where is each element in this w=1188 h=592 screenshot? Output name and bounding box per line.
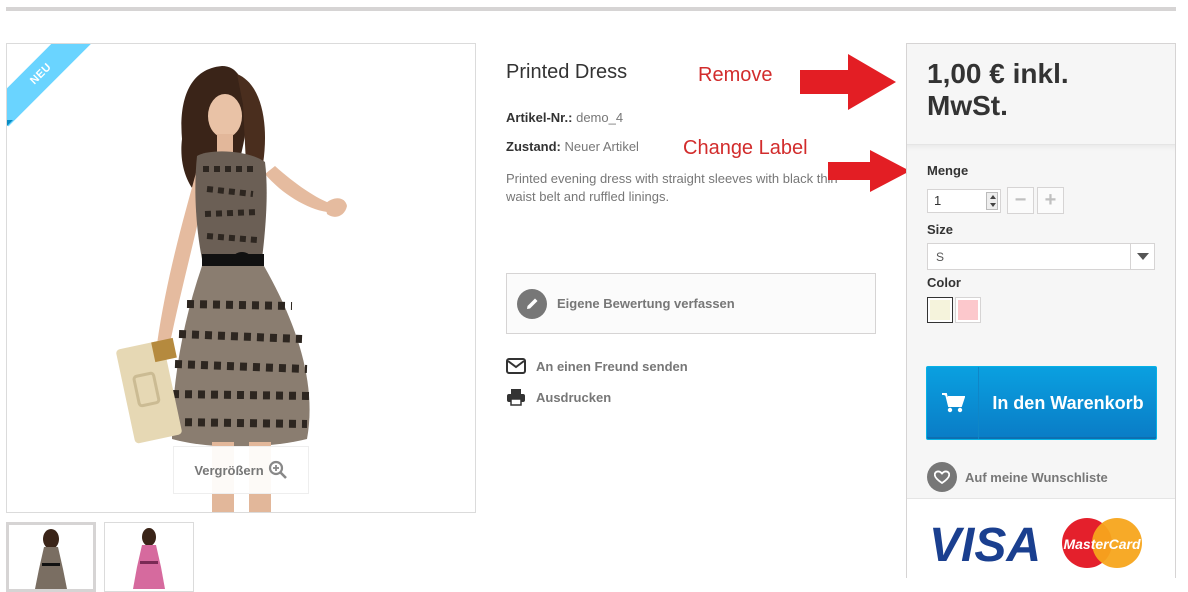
reference-line: Artikel-Nr.: demo_4: [506, 110, 623, 125]
condition-value: Neuer Artikel: [564, 139, 639, 154]
zoom-label: Vergrößern: [194, 462, 264, 478]
annotation-remove: Remove: [698, 64, 773, 86]
send-to-friend-link[interactable]: An einen Freund senden: [506, 358, 688, 374]
arrow-change-label: [828, 150, 910, 192]
thumbnail-1[interactable]: [6, 522, 96, 592]
size-select[interactable]: S: [927, 243, 1155, 270]
wishlist-label: Auf meine Wunschliste: [965, 469, 1108, 485]
cart-icon: [927, 367, 979, 439]
product-description: Printed evening dress with straight slee…: [506, 171, 838, 204]
print-label: Ausdrucken: [536, 389, 612, 405]
quantity-label: Menge: [927, 163, 969, 178]
swatch-fill: [930, 300, 950, 320]
size-selected-value: S: [936, 250, 945, 264]
color-swatch-pink[interactable]: [955, 297, 981, 323]
color-swatch-beige[interactable]: [927, 297, 953, 323]
quantity-value: 1: [934, 193, 942, 208]
send-to-friend-label: An einen Freund senden: [536, 358, 688, 374]
quantity-minus-button[interactable]: −: [1007, 187, 1034, 214]
buy-box: 1,00 € inkl. MwSt. Menge 1 − + Size S Co…: [906, 43, 1176, 578]
print-link[interactable]: Ausdrucken: [506, 388, 611, 406]
add-to-cart-button[interactable]: In den Warenkorb: [926, 366, 1157, 440]
quantity-input[interactable]: 1: [927, 189, 1001, 213]
write-review-label: Eigene Bewertung verfassen: [557, 296, 735, 311]
condition-label: Zustand:: [506, 139, 561, 154]
color-label: Color: [927, 275, 961, 290]
mastercard-logo: MasterCard: [1063, 536, 1140, 552]
add-to-cart-label: In den Warenkorb: [992, 393, 1144, 413]
reference-label: Artikel-Nr.:: [506, 110, 573, 125]
product-image-container[interactable]: NEU Vergrößern: [6, 43, 476, 513]
zoom-button[interactable]: Vergrößern: [173, 446, 309, 494]
chevron-down-icon: [1130, 244, 1154, 269]
zoom-in-icon: [268, 460, 287, 479]
envelope-icon: [506, 358, 526, 374]
product-title: Printed Dress: [506, 61, 628, 83]
thumbnail-2[interactable]: [104, 522, 194, 592]
condition-line: Zustand: Neuer Artikel: [506, 139, 639, 154]
add-to-wishlist-link[interactable]: Auf meine Wunschliste: [927, 462, 1108, 492]
pencil-icon: [517, 288, 547, 319]
top-divider: [6, 7, 1176, 11]
write-review-button[interactable]: Eigene Bewertung verfassen: [506, 273, 876, 334]
product-price: 1,00 € inkl. MwSt.: [927, 58, 1069, 121]
thumbnail-image: [133, 528, 165, 589]
payment-logo-image: VISA MasterCard: [929, 518, 1142, 572]
price-section: 1,00 € inkl. MwSt.: [907, 44, 1175, 144]
product-image[interactable]: [7, 44, 476, 513]
options-section: Menge 1 − + Size S Color: [907, 144, 1175, 354]
printer-icon: [507, 389, 525, 406]
quantity-plus-button[interactable]: +: [1037, 187, 1064, 214]
thumbnail-image: [35, 529, 67, 589]
ribbon-corner: [7, 120, 13, 126]
visa-logo: VISA: [929, 519, 1041, 572]
arrow-remove: [800, 54, 896, 110]
annotation-change-label: Change Label: [683, 137, 808, 159]
heart-icon: [927, 462, 957, 492]
swatch-fill: [958, 300, 978, 320]
payment-logos: VISA MasterCard: [907, 498, 1175, 578]
reference-value: demo_4: [576, 110, 624, 125]
quantity-spinner[interactable]: [986, 192, 998, 210]
size-label: Size: [927, 222, 954, 237]
